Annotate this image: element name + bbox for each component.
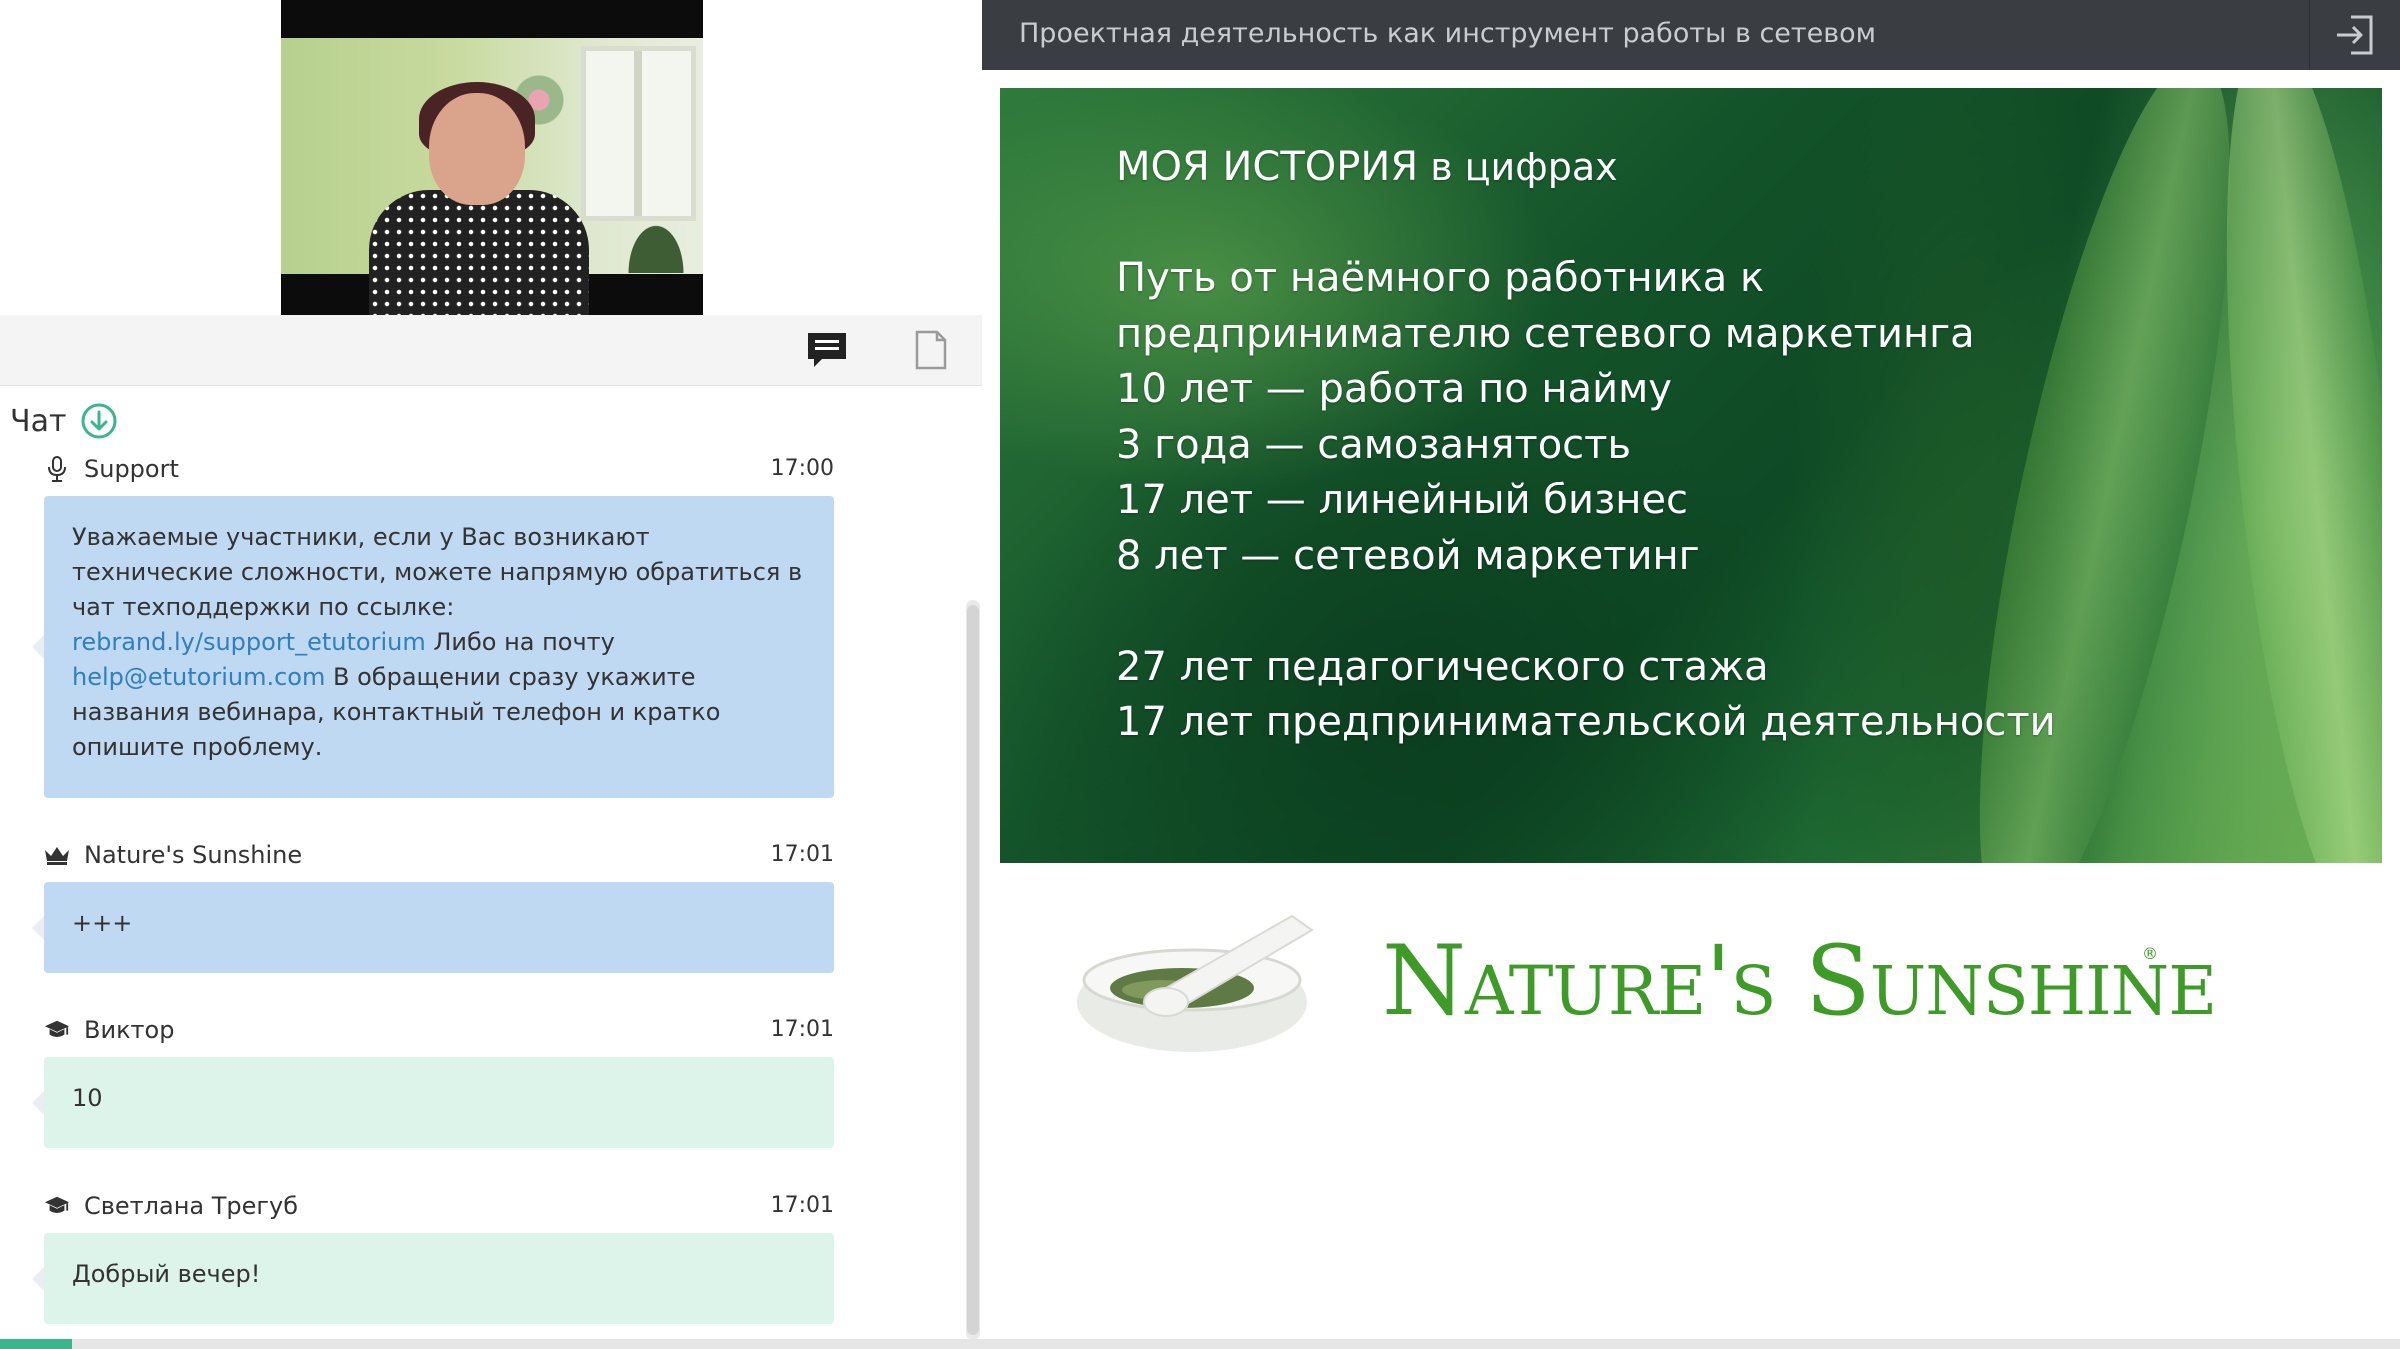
message-text: +++ bbox=[72, 909, 133, 937]
message-bubble: Добрый вечер! bbox=[32, 1233, 834, 1324]
slide-line: 3 года — самозанятость bbox=[1116, 421, 1632, 468]
presenter-video[interactable] bbox=[281, 0, 703, 315]
message-header: Support 17:00 bbox=[44, 452, 834, 486]
slide-heading-caps: МОЯ ИСТОРИЯ bbox=[1116, 144, 1419, 190]
video-background-window bbox=[581, 46, 696, 221]
message-header: Светлана Трегуб 17:01 bbox=[44, 1189, 834, 1223]
slide-line: предпринимателю сетевого маркетинга bbox=[1116, 310, 1975, 357]
presenter-face bbox=[429, 93, 525, 205]
mortar-pestle-image bbox=[1077, 914, 1314, 1052]
message-header: Виктор 17:01 bbox=[44, 1013, 834, 1047]
files-tab-button[interactable] bbox=[880, 315, 982, 385]
exit-button[interactable] bbox=[2309, 0, 2400, 70]
chat-title: Чат bbox=[10, 403, 67, 439]
slide-text: МОЯ ИСТОРИЯ в цифрах Путь от наёмного ра… bbox=[1116, 140, 2056, 751]
message-bubble: Уважаемые участники, если у Вас возникаю… bbox=[32, 496, 834, 798]
message-author[interactable]: Support bbox=[84, 455, 179, 483]
left-panel: Чат Support 17:00 Уважаемые участники, е… bbox=[0, 0, 982, 1349]
brand-registered-mark: ® bbox=[2142, 944, 2158, 963]
support-link[interactable]: rebrand.ly/support_etutorium bbox=[72, 628, 426, 656]
exit-icon bbox=[2337, 15, 2373, 55]
message-author[interactable]: Nature's Sunshine bbox=[84, 841, 302, 869]
slide-heading-rest: в цифрах bbox=[1418, 145, 1618, 189]
message-time: 17:01 bbox=[770, 1193, 834, 1218]
video-frame bbox=[281, 38, 703, 315]
slide-line: 8 лет — сетевой маркетинг bbox=[1116, 532, 1700, 579]
chat-message: Светлана Трегуб 17:01 Добрый вечер! bbox=[32, 1189, 834, 1324]
message-author[interactable]: Светлана Трегуб bbox=[84, 1192, 298, 1220]
chat-scrollbar-thumb[interactable] bbox=[967, 605, 979, 1335]
graduation-cap-icon bbox=[44, 1017, 70, 1043]
message-text: 10 bbox=[72, 1084, 103, 1112]
microphone-icon bbox=[44, 456, 70, 482]
chat-message: Виктор 17:01 10 bbox=[32, 1013, 834, 1148]
message-time: 17:01 bbox=[770, 842, 834, 867]
document-icon bbox=[915, 330, 947, 370]
brand-name: Nature's Sunshine bbox=[1382, 925, 2217, 1037]
progress-bar bbox=[0, 1339, 2400, 1349]
chat-message: Nature's Sunshine 17:01 +++ bbox=[32, 838, 834, 973]
presentation-slide: МОЯ ИСТОРИЯ в цифрах Путь от наёмного ра… bbox=[1000, 88, 2382, 863]
brand-logo: Nature's Sunshine ® bbox=[1062, 910, 2217, 1060]
message-bubble: +++ bbox=[32, 882, 834, 973]
chat-header: Чат bbox=[10, 402, 118, 440]
slide-line: 10 лет — работа по найму bbox=[1116, 366, 1672, 412]
chat-bubble-icon bbox=[808, 333, 846, 367]
graduation-cap-icon bbox=[44, 1193, 70, 1219]
message-header: Nature's Sunshine 17:01 bbox=[44, 838, 834, 872]
progress-bar-fill bbox=[0, 1339, 72, 1349]
chat-tab-button[interactable] bbox=[776, 315, 878, 385]
presenter-body bbox=[369, 190, 589, 315]
webinar-topbar: Проектная деятельность как инструмент ра… bbox=[982, 0, 2400, 70]
slide-heading: МОЯ ИСТОРИЯ в цифрах bbox=[1116, 140, 2056, 196]
slide-line: Путь от наёмного работника к bbox=[1116, 255, 1765, 301]
message-time: 17:00 bbox=[770, 456, 834, 481]
support-email-link[interactable]: help@etutorium.com bbox=[72, 663, 325, 691]
message-text: Добрый вечер! bbox=[72, 1260, 261, 1288]
message-time: 17:01 bbox=[770, 1017, 834, 1042]
message-author[interactable]: Виктор bbox=[84, 1016, 174, 1044]
slide-line: 27 лет педагогического стажа bbox=[1116, 643, 1769, 690]
video-background-plant bbox=[621, 213, 691, 273]
message-text: Либо на почту bbox=[425, 628, 615, 656]
slide-line: 17 лет — линейный бизнес bbox=[1116, 477, 1688, 523]
scroll-down-icon[interactable] bbox=[80, 402, 118, 440]
chat-message: Support 17:00 Уважаемые участники, если … bbox=[32, 452, 834, 798]
chat-toolbar bbox=[0, 315, 982, 386]
presentation-panel: Проектная деятельность как инструмент ра… bbox=[982, 0, 2400, 1349]
crown-icon bbox=[44, 842, 70, 868]
webinar-title: Проектная деятельность как инструмент ра… bbox=[1019, 18, 1877, 49]
message-bubble: 10 bbox=[32, 1057, 834, 1148]
message-text: Уважаемые участники, если у Вас возникаю… bbox=[72, 523, 803, 621]
slide-line: 17 лет предпринимательской деятельности bbox=[1116, 699, 2056, 745]
